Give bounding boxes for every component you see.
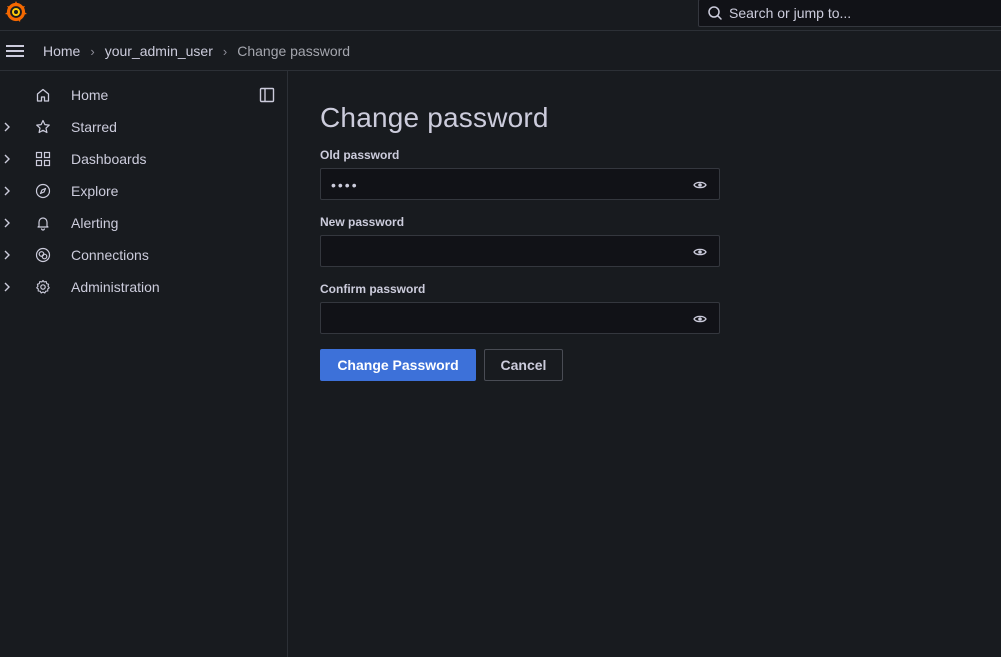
sidebar-item-starred[interactable]: Starred — [0, 111, 287, 143]
change-password-button[interactable]: Change Password — [320, 349, 476, 381]
breadcrumb-user[interactable]: your_admin_user — [105, 43, 213, 59]
breadcrumb-bar: Home › your_admin_user › Change password — [0, 31, 1001, 71]
sidebar-item-label: Starred — [71, 119, 117, 135]
sidebar-item-alerting[interactable]: Alerting — [0, 207, 287, 239]
sidebar: Home Starred Dashboards Explore Alerting… — [0, 71, 288, 657]
chevron-right-icon[interactable] — [3, 250, 11, 260]
sidebar-item-connections[interactable]: Connections — [0, 239, 287, 271]
chevron-right-icon[interactable] — [3, 186, 11, 196]
sidebar-item-label: Home — [71, 87, 109, 103]
page-title: Change password — [320, 102, 549, 133]
apps-icon — [35, 151, 51, 167]
sidebar-item-home[interactable]: Home — [0, 79, 287, 111]
confirm-password-field: Confirm password — [320, 282, 720, 334]
chevron-right-icon[interactable] — [3, 282, 11, 292]
cog-icon — [36, 279, 50, 294]
old-password-value: •••• — [331, 177, 359, 193]
sidebar-item-dashboards[interactable]: Dashboards — [0, 143, 287, 175]
breadcrumb-separator: › — [90, 43, 95, 59]
chevron-right-icon[interactable] — [3, 122, 11, 132]
form-actions: Change Password Cancel — [320, 349, 720, 381]
main-content: Change password Old password •••• New pa… — [320, 102, 720, 381]
breadcrumb-separator: › — [222, 43, 228, 59]
grafana-logo-icon[interactable] — [4, 0, 28, 24]
old-password-input[interactable]: •••• — [320, 168, 720, 200]
old-password-field: Old password •••• — [320, 148, 720, 200]
new-password-field: New password — [320, 215, 720, 267]
eye-icon[interactable] — [693, 245, 707, 259]
sidebar-item-label: Explore — [71, 183, 119, 199]
sidebar-item-label: Alerting — [71, 215, 119, 231]
search-icon — [708, 6, 722, 20]
sidebar-item-label: Administration — [71, 279, 160, 295]
sidebar-item-label: Connections — [71, 247, 149, 263]
sidebar-item-administration[interactable]: Administration — [0, 271, 287, 303]
sidebar-item-explore[interactable]: Explore — [0, 175, 287, 207]
breadcrumb-home[interactable]: Home — [43, 43, 80, 59]
cancel-button[interactable]: Cancel — [484, 349, 563, 381]
new-password-label: New password — [320, 215, 405, 229]
home-icon — [36, 88, 50, 102]
confirm-password-input[interactable] — [320, 302, 720, 334]
top-bar: Search or jump to... — [0, 0, 1001, 31]
search-placeholder: Search or jump to... — [729, 5, 852, 21]
bell-icon — [37, 217, 49, 231]
eye-icon[interactable] — [693, 178, 707, 192]
eye-icon[interactable] — [693, 312, 707, 326]
new-password-input[interactable] — [320, 235, 720, 267]
breadcrumb: Home › your_admin_user › Change password — [43, 31, 350, 71]
star-icon — [36, 119, 50, 134]
menu-icon[interactable] — [6, 43, 24, 59]
sidebar-item-label: Dashboards — [71, 151, 147, 167]
old-password-label: Old password — [320, 148, 400, 162]
breadcrumb-current: Change password — [237, 43, 351, 59]
search-bar[interactable]: Search or jump to... — [698, 0, 1001, 27]
connections-icon — [35, 247, 51, 263]
chevron-right-icon[interactable] — [3, 218, 11, 228]
chevron-right-icon[interactable] — [3, 154, 11, 164]
confirm-password-label: Confirm password — [320, 282, 426, 296]
compass-icon — [35, 183, 51, 199]
